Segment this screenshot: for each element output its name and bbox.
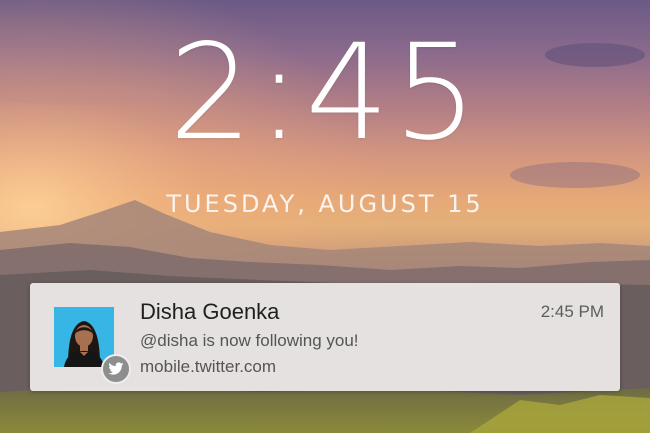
notification-message: @disha is now following you! (140, 331, 359, 350)
notification-time: 2:45 PM (540, 302, 604, 321)
notification-sender: Disha Goenka (140, 299, 280, 324)
lockscreen-date: TUESDAY, AUGUST 15 (166, 190, 484, 218)
notification-source: mobile.twitter.com (140, 357, 277, 376)
twitter-app-badge (101, 354, 131, 384)
lockscreen-clock: 2:45 (168, 16, 482, 170)
twitter-notification-card[interactable]: Disha Goenka 2:45 PM @disha is now follo… (30, 283, 620, 391)
twitter-bird-icon (108, 362, 124, 375)
